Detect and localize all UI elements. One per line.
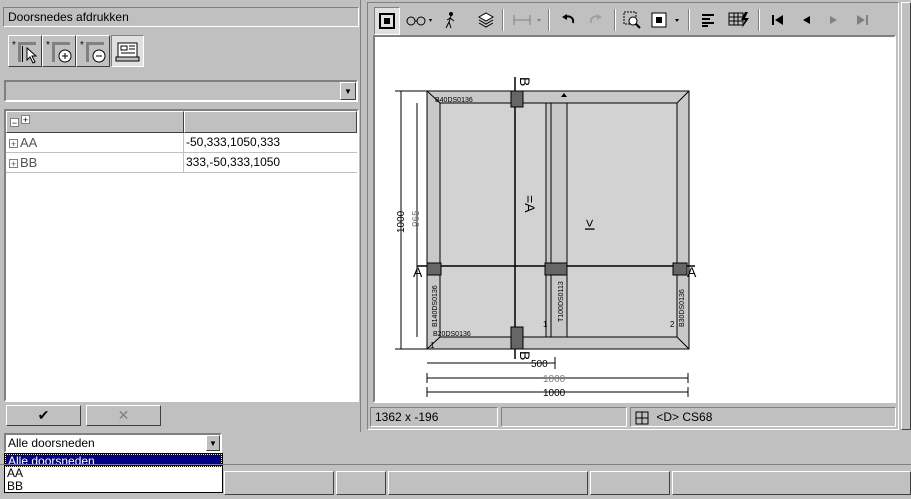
lightning-grid-icon (728, 12, 749, 28)
drawing-canvas[interactable]: A A B B B40DS0136 B20DS0136 B140DS0136 B… (373, 35, 896, 403)
redo-button[interactable] (584, 7, 608, 33)
filter-option[interactable]: Alle doorsneden (5, 454, 222, 468)
bottom-bar (224, 467, 911, 499)
align-icon (702, 14, 714, 27)
table-header-col2[interactable] (184, 111, 357, 133)
drawing-panel: A A B B B40DS0136 B20DS0136 B140DS0136 B… (367, 2, 899, 430)
redo-icon (589, 14, 602, 24)
collapse-all-icon[interactable]: − (10, 117, 19, 127)
left-profile-label: B140DS0136 (432, 285, 439, 327)
layers-icon (477, 12, 495, 28)
sections-table: − + + AA -50,333,1050,333 + BB 333,-50,333,… (4, 109, 359, 402)
width-dim-500: 500 (531, 359, 548, 370)
status-coords: 1362 x -196 (370, 407, 498, 427)
width-dim-1000-a: 1000 (543, 374, 566, 385)
status-middle (501, 407, 627, 427)
svg-text:*: * (46, 40, 50, 51)
undo-button[interactable] (556, 7, 580, 33)
dimension-icon (513, 15, 541, 25)
select-section-icon: * (12, 40, 38, 64)
right-edge-strip (901, 2, 911, 430)
panel-title: Doorsnedes afdrukken (8, 10, 129, 24)
layers-button[interactable] (474, 7, 498, 33)
first-button[interactable] (766, 7, 790, 33)
expand-row-icon[interactable]: + (9, 159, 18, 169)
dimension-button[interactable] (510, 7, 544, 33)
lightning-grid-button[interactable] (726, 7, 752, 33)
height-dim-outer: 1000 (396, 210, 407, 233)
chevron-down-icon[interactable]: ▼ (206, 435, 220, 451)
remove-section-icon: * (80, 40, 106, 63)
align-button[interactable] (696, 7, 720, 33)
last-button[interactable] (850, 7, 874, 33)
section-filter-list: Alle doorsneden AA BB (4, 453, 223, 493)
width-dim-1000-b: 1000 (543, 388, 566, 399)
expand-all-icon[interactable]: + (21, 115, 30, 125)
ok-button[interactable]: ✔ (6, 405, 81, 426)
walk-icon (445, 12, 455, 29)
sash-mark-left: =A (522, 195, 538, 213)
chevron-down-icon[interactable]: ▼ (340, 82, 356, 100)
bottom-profile-label: B20DS0136 (433, 331, 471, 338)
prev-icon (803, 16, 810, 24)
svg-text:*: * (12, 40, 16, 51)
next-button[interactable] (822, 7, 846, 33)
section-a-right-label: A (687, 264, 697, 280)
view-frame-icon (379, 13, 395, 29)
row-value-cell[interactable]: -50,333,1050,333 (184, 133, 357, 153)
table-header-col1[interactable]: − + (6, 111, 184, 133)
sash-mark-right: >I (582, 219, 598, 231)
table-row[interactable]: + BB 333,-50,333,1050 (6, 153, 357, 173)
window-frame-drawing: A A B B B40DS0136 B20DS0136 B140DS0136 B… (395, 77, 697, 399)
add-section-tool-button[interactable]: * (42, 35, 76, 67)
glasses-icon (406, 16, 432, 26)
glasses-button[interactable] (402, 7, 436, 33)
last-icon (857, 15, 868, 25)
svg-text:2: 2 (670, 320, 675, 329)
select-section-tool-button[interactable]: * (8, 35, 42, 67)
first-icon (772, 15, 783, 25)
section-filter-select[interactable]: Alle doorsneden ▼ (4, 433, 222, 453)
filter-option[interactable]: BB (5, 480, 222, 493)
svg-text:*: * (80, 40, 84, 51)
prev-button[interactable] (794, 7, 818, 33)
status-layer: <D> CS68 (630, 407, 896, 427)
print-preview-icon (115, 42, 140, 62)
mullion-profile-label: T100DS0113 (558, 281, 565, 322)
zoom-fit-button[interactable] (648, 7, 684, 33)
row-name-cell: + BB (6, 153, 184, 173)
left-panel-border (360, 0, 364, 432)
svg-text:1: 1 (543, 320, 548, 329)
add-section-icon: * (46, 40, 72, 63)
table-row[interactable]: + AA -50,333,1050,333 (6, 133, 357, 153)
zoom-fit-icon (651, 12, 679, 28)
drawing-toolbar (370, 3, 896, 35)
next-icon (830, 16, 837, 24)
grid-icon (635, 411, 649, 425)
cancel-button[interactable]: ✕ (86, 405, 161, 426)
walk-button[interactable] (440, 7, 460, 33)
height-dim-inner: 965 (411, 210, 422, 227)
view-frame-button[interactable] (374, 7, 400, 35)
section-a-left-label: A (413, 264, 423, 280)
remove-section-tool-button[interactable]: * (76, 35, 110, 67)
print-preview-tool-button[interactable] (111, 35, 144, 67)
svg-text:1: 1 (430, 341, 435, 350)
expand-row-icon[interactable]: + (9, 139, 18, 149)
section-b-top-label: B (517, 77, 533, 86)
top-profile-label: B40DS0136 (435, 97, 473, 104)
zoom-window-button[interactable] (620, 7, 644, 33)
section-type-select[interactable]: ▼ (4, 80, 358, 102)
zoom-window-icon (623, 11, 641, 29)
panel-title-bar: Doorsnedes afdrukken (3, 7, 359, 27)
filter-option[interactable]: AA (5, 467, 222, 480)
row-value-cell[interactable]: 333,-50,333,1050 (184, 153, 357, 173)
right-profile-label: B30DS0136 (679, 289, 686, 327)
undo-icon (562, 14, 575, 24)
row-name-cell: + AA (6, 133, 184, 153)
left-panel: Doorsnedes afdrukken * * * ▼ − + + AA -5… (0, 0, 364, 432)
